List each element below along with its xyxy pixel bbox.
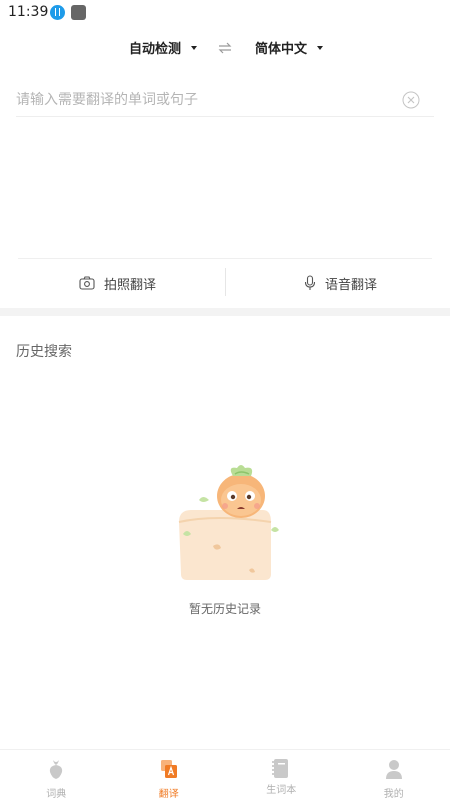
notebook-icon bbox=[271, 758, 291, 780]
photo-translate-button[interactable]: 拍照翻译 bbox=[79, 270, 156, 296]
voice-translate-button[interactable]: 语音翻译 bbox=[304, 270, 377, 296]
status-bar: 11:39 bbox=[0, 0, 450, 26]
divider bbox=[18, 258, 432, 259]
target-language-label: 简体中文 bbox=[255, 38, 307, 57]
radish-icon bbox=[46, 758, 66, 780]
app-notification-icon bbox=[71, 5, 86, 20]
source-language-label: 自动检测 bbox=[129, 38, 181, 57]
photo-translate-label: 拍照翻译 bbox=[104, 274, 156, 293]
caret-down-icon bbox=[191, 46, 197, 50]
voice-translate-label: 语音翻译 bbox=[325, 274, 377, 293]
swap-arrows-icon[interactable] bbox=[217, 41, 233, 55]
tab-translate[interactable]: 翻译 bbox=[113, 750, 226, 801]
translation-input-row bbox=[16, 86, 434, 117]
action-separator bbox=[225, 268, 226, 296]
tab-dictionary[interactable]: 词典 bbox=[0, 750, 113, 801]
translate-icon bbox=[159, 758, 179, 780]
bottom-tab-bar: 词典 翻译 生词本 我的 bbox=[0, 749, 450, 801]
tab-profile[interactable]: 我的 bbox=[338, 750, 450, 801]
caret-down-icon bbox=[317, 46, 323, 50]
empty-history-message: 暂无历史记录 bbox=[0, 600, 450, 617]
person-icon bbox=[384, 758, 404, 780]
microphone-icon bbox=[304, 275, 316, 291]
empty-state-radish-mascot-icon bbox=[175, 462, 279, 584]
target-language-selector[interactable]: 简体中文 bbox=[255, 38, 323, 57]
source-language-selector[interactable]: 自动检测 bbox=[129, 38, 197, 57]
tab-dictionary-label: 词典 bbox=[0, 785, 113, 800]
tab-vocabulary-label: 生词本 bbox=[225, 781, 338, 796]
camera-icon bbox=[79, 276, 95, 290]
language-bar: 自动检测 简体中文 bbox=[0, 38, 450, 62]
translation-input[interactable] bbox=[16, 88, 386, 112]
status-time: 11:39 bbox=[8, 4, 48, 20]
tab-vocabulary-book[interactable]: 生词本 bbox=[225, 750, 338, 801]
clear-icon[interactable] bbox=[402, 91, 420, 109]
section-divider bbox=[0, 308, 450, 316]
tab-translate-label: 翻译 bbox=[113, 785, 226, 800]
tab-profile-label: 我的 bbox=[338, 785, 450, 800]
download-notification-icon bbox=[50, 5, 65, 20]
history-title: 历史搜索 bbox=[16, 341, 72, 361]
